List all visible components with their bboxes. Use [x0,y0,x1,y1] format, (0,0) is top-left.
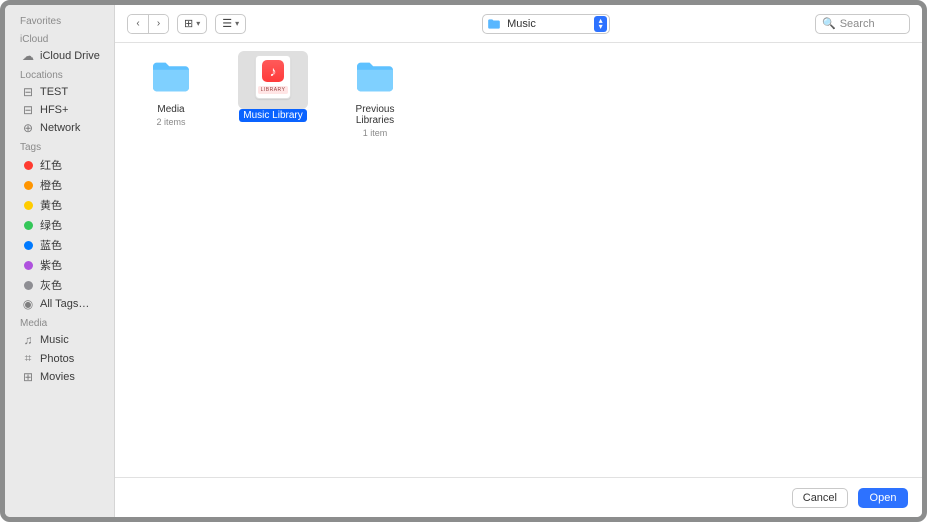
view-mode-button[interactable]: ⊞ ▾ [177,14,207,34]
sidebar-item-tag-red[interactable]: 红色 [5,155,114,175]
cancel-button[interactable]: Cancel [792,488,848,508]
open-button[interactable]: Open [858,488,908,508]
sidebar-item-test[interactable]: ⊟ TEST [5,83,114,101]
sidebar-item-label: 橙色 [40,177,62,193]
forward-button[interactable]: › [148,15,168,33]
sidebar-item-tag-orange[interactable]: 橙色 [5,175,114,195]
file-item-previous-libraries[interactable]: Previous Libraries 1 item [339,57,411,138]
tag-dot-yellow-icon [21,201,35,210]
tag-dot-blue-icon [21,241,35,250]
sidebar-item-tag-purple[interactable]: 紫色 [5,255,114,275]
sidebar-item-tag-blue[interactable]: 蓝色 [5,235,114,255]
sidebar-item-icloud-drive[interactable]: ☁ iCloud Drive [5,47,114,65]
file-item-name: Previous Libraries [339,103,411,127]
main-panel: ‹ › ⊞ ▾ ☰ ▾ Music ▴▾ [115,5,922,517]
file-item-music-library[interactable]: ♪ LIBRARY Music Library [237,57,309,123]
path-popup[interactable]: Music ▴▾ [482,14,610,34]
tag-dot-red-icon [21,161,35,170]
library-badge: LIBRARY [258,86,289,94]
search-field[interactable]: 🔍 Search [815,14,910,34]
body: Favorites iCloud ☁ iCloud Drive Location… [5,5,922,517]
tag-dot-purple-icon [21,261,35,270]
disk-icon: ⊟ [21,103,35,117]
sidebar-item-label: 黄色 [40,197,62,213]
camera-icon: ⌗ [21,351,35,366]
file-browser-content[interactable]: Media 2 items ♪ LIBRARY Mus [115,43,922,477]
disk-icon: ⊟ [21,85,35,99]
grid-view-icon: ⊞ [184,17,193,30]
file-item-sub: 1 item [339,128,411,138]
open-dialog-window: Favorites iCloud ☁ iCloud Drive Location… [0,0,927,522]
nav-back-forward: ‹ › [127,14,169,34]
sidebar-item-label: Network [40,122,80,134]
sidebar-item-hfs[interactable]: ⊟ HFS+ [5,101,114,119]
sidebar-item-label: Photos [40,353,74,365]
sidebar-heading-tags: Tags [5,137,114,155]
sidebar-item-label: iCloud Drive [40,50,100,62]
dialog-footer: Cancel Open [115,477,922,517]
chevron-down-icon: ▾ [235,19,239,28]
sidebar-item-music[interactable]: ♫ Music [5,331,114,349]
film-icon: ⊞ [21,370,35,384]
tag-dot-orange-icon [21,181,35,190]
sidebar-heading-locations: Locations [5,65,114,83]
file-item-name: Media [153,103,188,116]
sidebar-item-label: Music [40,334,69,346]
folder-icon [148,57,194,97]
sidebar-heading-icloud: iCloud [5,29,114,47]
group-by-button[interactable]: ☰ ▾ [215,14,246,34]
sidebar-item-all-tags[interactable]: ◉ All Tags… [5,295,114,313]
path-stepper-icon: ▴▾ [594,16,607,32]
sidebar-item-label: 绿色 [40,217,62,233]
sidebar-item-photos[interactable]: ⌗ Photos [5,349,114,368]
sidebar-item-label: HFS+ [40,104,68,116]
sidebar-item-label: TEST [40,86,68,98]
sidebar-item-label: 红色 [40,157,62,173]
file-item-name: Music Library [239,109,306,122]
sidebar-item-label: 灰色 [40,277,62,293]
sidebar: Favorites iCloud ☁ iCloud Drive Location… [5,5,115,517]
tag-dot-gray-icon [21,281,35,290]
path-label: Music [507,18,588,30]
sidebar-item-label: 蓝色 [40,237,62,253]
sidebar-item-tag-yellow[interactable]: 黄色 [5,195,114,215]
folder-icon [352,57,398,97]
sidebar-item-movies[interactable]: ⊞ Movies [5,368,114,386]
file-item-sub: 2 items [135,117,207,127]
tag-dot-green-icon [21,221,35,230]
search-placeholder: Search [840,18,875,30]
icon-grid: Media 2 items ♪ LIBRARY Mus [115,43,922,152]
sidebar-item-tag-green[interactable]: 绿色 [5,215,114,235]
sidebar-heading-favorites: Favorites [5,11,114,29]
music-note-icon: ♪ [262,60,284,82]
sidebar-item-label: Movies [40,371,75,383]
sidebar-item-label: All Tags… [40,298,89,310]
sidebar-item-tag-gray[interactable]: 灰色 [5,275,114,295]
music-library-icon: ♪ LIBRARY [250,57,296,97]
folder-icon [487,18,501,30]
file-item-media[interactable]: Media 2 items [135,57,207,127]
chevron-down-icon: ▾ [196,19,200,28]
sidebar-item-label: 紫色 [40,257,62,273]
list-icon: ☰ [222,17,232,30]
cloud-icon: ☁ [21,49,35,63]
search-icon: 🔍 [822,17,836,30]
toolbar: ‹ › ⊞ ▾ ☰ ▾ Music ▴▾ [115,5,922,43]
sidebar-item-network[interactable]: ⊕ Network [5,119,114,137]
sidebar-heading-media: Media [5,313,114,331]
back-button[interactable]: ‹ [128,15,148,33]
network-icon: ⊕ [21,121,35,135]
all-tags-icon: ◉ [21,297,35,311]
music-icon: ♫ [21,333,35,347]
